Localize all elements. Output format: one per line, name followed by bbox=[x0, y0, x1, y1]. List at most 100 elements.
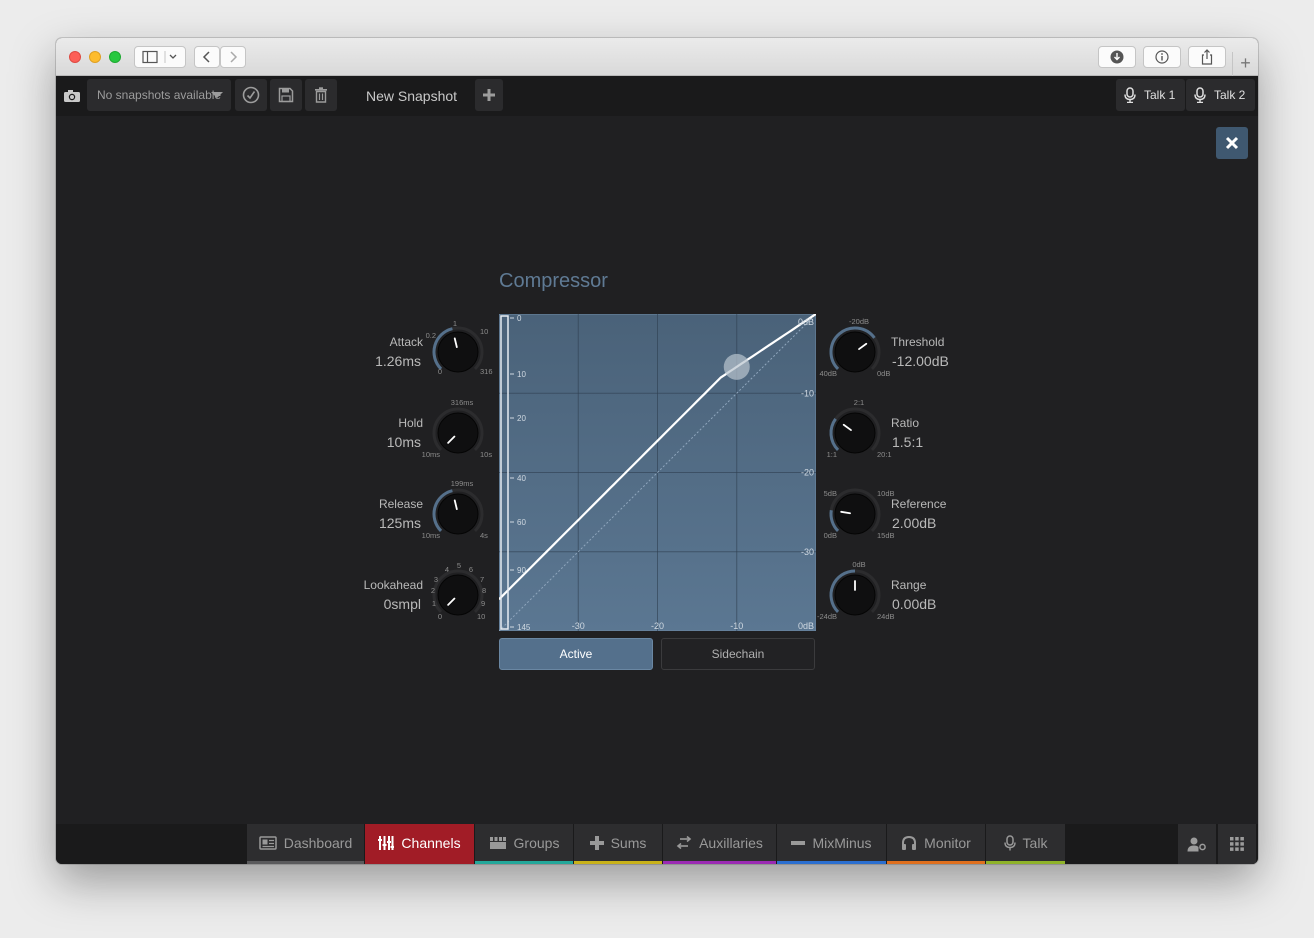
hold-value: 10ms bbox=[386, 434, 421, 450]
compressor-curve-graph[interactable]: 0 10 20 40 60 90 145 -30 -20 -10 0dB 0dB -10 -20 -30 bbox=[499, 314, 816, 631]
new-tab-button[interactable]: + bbox=[1232, 52, 1258, 76]
y-tick-label: 0dB bbox=[798, 317, 814, 327]
close-window-button[interactable] bbox=[69, 51, 81, 63]
meter-tick-label: 90 bbox=[517, 566, 526, 575]
talk2-label: Talk 2 bbox=[1214, 88, 1246, 102]
knob-body bbox=[437, 412, 479, 454]
knob-tick-label: 316ms bbox=[450, 398, 474, 407]
meter-tick-label: 40 bbox=[517, 474, 526, 483]
camera-icon bbox=[62, 79, 82, 113]
info-icon bbox=[1155, 50, 1169, 64]
groups-icon bbox=[489, 836, 507, 850]
info-button[interactable] bbox=[1143, 46, 1181, 68]
close-icon bbox=[1225, 136, 1239, 150]
knob-tick-label: 10s bbox=[480, 450, 493, 459]
nav-tab-channels[interactable]: Channels bbox=[365, 824, 474, 864]
reference-value: 2.00dB bbox=[892, 515, 937, 531]
nav-tab-label: Auxillaries bbox=[699, 834, 763, 851]
attack-label: Attack bbox=[389, 335, 423, 349]
knob-body bbox=[437, 331, 479, 373]
lookahead-label: Lookahead bbox=[363, 578, 423, 592]
knob-tick-label: 6 bbox=[468, 565, 474, 574]
talk1-button[interactable]: Talk 1 bbox=[1116, 79, 1186, 111]
nav-tab-dashboard[interactable]: Dashboard bbox=[247, 824, 364, 864]
minimize-window-button[interactable] bbox=[89, 51, 101, 63]
x-tick-label: 0dB bbox=[798, 621, 814, 631]
knob-tick-label: 4 bbox=[444, 565, 450, 574]
release-label: Release bbox=[378, 497, 423, 511]
nav-tab-talk[interactable]: Talk bbox=[986, 824, 1065, 864]
nav-tab-label: Talk bbox=[1022, 834, 1048, 851]
threshold-label: Threshold bbox=[891, 335, 945, 349]
nav-tab-label: MixMinus bbox=[812, 834, 872, 851]
nav-tab-mixminus[interactable]: MixMinus bbox=[777, 824, 886, 864]
meter-tick-label: 60 bbox=[517, 518, 526, 527]
chevron-right-icon bbox=[230, 51, 238, 63]
new-snapshot-label[interactable]: New Snapshot bbox=[366, 88, 457, 104]
lookahead-value: 0smpl bbox=[383, 596, 421, 612]
hold-label: Hold bbox=[398, 416, 423, 430]
active-button[interactable]: Active bbox=[499, 638, 653, 670]
snapshot-select[interactable]: No snapshots available bbox=[87, 79, 231, 111]
downloads-button[interactable] bbox=[1098, 46, 1136, 68]
close-panel-button[interactable] bbox=[1216, 127, 1248, 159]
knob-tick-label: 40dB bbox=[819, 369, 837, 378]
nav-tab-label: Channels bbox=[401, 834, 461, 851]
mixminus-icon bbox=[791, 840, 806, 846]
user-settings-button[interactable] bbox=[1178, 824, 1216, 864]
knob-tick-label: 1 bbox=[431, 599, 436, 608]
nav-tab-groups[interactable]: Groups bbox=[475, 824, 573, 864]
knob-tick-label: 10 bbox=[480, 327, 489, 336]
knob-tick-label: 20:1 bbox=[877, 450, 892, 459]
app-window: + No snapshots available New Snapshot Ta… bbox=[56, 38, 1258, 864]
meter-tick-label: 20 bbox=[517, 414, 526, 423]
compressor-title: Compressor bbox=[499, 270, 608, 292]
snapshot-toolbar: No snapshots available New Snapshot Talk… bbox=[56, 76, 1258, 116]
back-button[interactable] bbox=[194, 46, 220, 68]
snapshot-select-value: No snapshots available bbox=[97, 88, 222, 102]
caret-down-icon bbox=[211, 92, 223, 98]
chevron-left-icon bbox=[202, 51, 210, 63]
channels-icon bbox=[378, 835, 395, 851]
knob-tick-label: 0 bbox=[437, 367, 442, 376]
y-tick-label: -10 bbox=[801, 388, 814, 398]
attack-value: 1.26ms bbox=[375, 353, 421, 369]
zoom-window-button[interactable] bbox=[109, 51, 121, 63]
nav-tab-label: Dashboard bbox=[283, 834, 353, 851]
knob-body bbox=[834, 412, 876, 454]
knob-tick-label: -24dB bbox=[816, 612, 837, 621]
download-icon bbox=[1110, 50, 1124, 64]
knob-tick-label: 10 bbox=[477, 612, 486, 621]
save-snapshot-button[interactable] bbox=[270, 79, 302, 111]
knob-tick-label: 199ms bbox=[450, 479, 474, 488]
delete-snapshot-button[interactable] bbox=[305, 79, 337, 111]
forward-button[interactable] bbox=[220, 46, 246, 68]
knob-tick-label: 10dB bbox=[877, 489, 895, 498]
reference-label: Reference bbox=[891, 497, 947, 511]
meter-tick-label: 10 bbox=[517, 370, 526, 379]
nav-tab-auxillaries[interactable]: Auxillaries bbox=[663, 824, 776, 864]
release-value: 125ms bbox=[378, 515, 421, 531]
plus-icon bbox=[483, 89, 495, 101]
app-grid-button[interactable] bbox=[1218, 824, 1256, 864]
recall-snapshot-button[interactable] bbox=[235, 79, 267, 111]
add-snapshot-button[interactable] bbox=[475, 79, 503, 111]
sidechain-button[interactable]: Sidechain bbox=[661, 638, 815, 670]
x-tick-label: -30 bbox=[572, 621, 585, 631]
knob-tick-label: 4s bbox=[480, 531, 488, 540]
nav-tab-sums[interactable]: Sums bbox=[574, 824, 662, 864]
knob-tick-label: 0dB bbox=[823, 531, 837, 540]
knob-tick-label: 1:1 bbox=[826, 450, 837, 459]
grid-icon bbox=[1230, 837, 1244, 851]
knob-tick-label: 0 bbox=[437, 612, 442, 621]
share-button[interactable] bbox=[1188, 46, 1226, 68]
talk1-label: Talk 1 bbox=[1144, 88, 1176, 102]
knob-tick-label: 7 bbox=[480, 575, 485, 584]
talk2-button[interactable]: Talk 2 bbox=[1186, 79, 1256, 111]
nav-tab-monitor[interactable]: Monitor bbox=[887, 824, 985, 864]
sidebar-toggle-button[interactable] bbox=[134, 46, 186, 68]
sums-icon bbox=[589, 835, 604, 850]
knob-tick-label: 0.2 bbox=[425, 331, 436, 340]
knob-tick-label: 0dB bbox=[877, 369, 891, 378]
knob-body bbox=[437, 493, 479, 535]
